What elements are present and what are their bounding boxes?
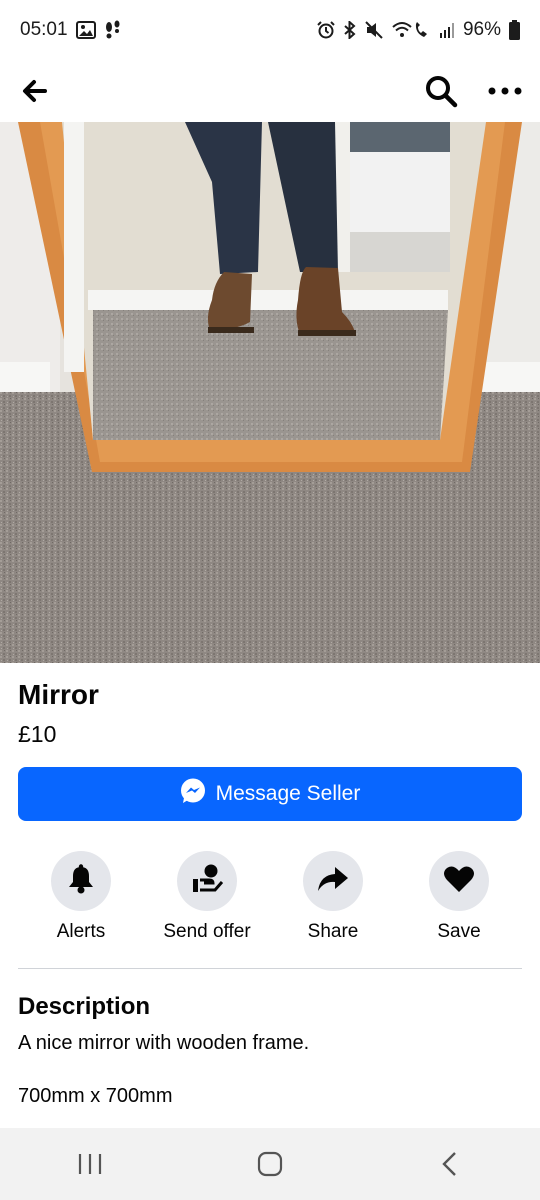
app-bar xyxy=(0,60,540,122)
share-circle xyxy=(303,851,363,911)
home-icon[interactable] xyxy=(230,1139,310,1189)
send-offer-circle xyxy=(177,851,237,911)
alerts-label: Alerts xyxy=(56,921,106,942)
divider xyxy=(18,968,522,969)
save-circle xyxy=(429,851,489,911)
arrow-left-icon[interactable] xyxy=(18,74,52,108)
description-dimensions: 700mm x 700mm xyxy=(18,1085,173,1107)
voicemail-icon xyxy=(104,20,122,40)
save-button[interactable]: Save xyxy=(396,851,522,943)
status-time: 05:01 xyxy=(20,19,68,40)
gallery-icon xyxy=(75,21,96,39)
share-icon xyxy=(317,865,349,898)
mute-icon xyxy=(365,21,383,39)
listing-title: Mirror xyxy=(18,679,99,710)
bell-icon xyxy=(67,863,95,899)
offer-icon xyxy=(191,864,224,899)
system-nav-bar xyxy=(0,1128,540,1200)
heart-icon xyxy=(443,865,475,898)
app-bar-actions xyxy=(424,74,522,108)
status-bar: 05:01 96% xyxy=(0,0,540,60)
message-seller-label: Message Seller xyxy=(215,782,361,805)
signal-icon xyxy=(439,22,455,38)
description-heading: Description xyxy=(18,993,151,1020)
listing-photo[interactable] xyxy=(0,122,540,663)
battery-icon xyxy=(509,20,520,40)
save-label: Save xyxy=(437,921,481,942)
search-icon[interactable] xyxy=(424,74,458,108)
recents-icon[interactable] xyxy=(50,1139,130,1189)
battery-percent: 96% xyxy=(462,19,501,40)
status-left: 05:01 xyxy=(20,19,122,41)
listing-price: £10 xyxy=(18,721,57,747)
messenger-icon xyxy=(180,778,206,810)
back-icon[interactable] xyxy=(410,1139,490,1189)
wifi-call-icon xyxy=(391,21,431,39)
message-seller-button[interactable]: Message Seller xyxy=(18,767,522,821)
alerts-button[interactable]: Alerts xyxy=(18,851,144,943)
action-row: Alerts Send offer Share Save xyxy=(0,851,540,951)
alarm-icon xyxy=(317,21,335,39)
share-label: Share xyxy=(307,921,359,942)
status-right: 96% xyxy=(317,19,520,41)
send-offer-button[interactable]: Send offer xyxy=(144,851,270,943)
bluetooth-icon xyxy=(343,21,357,39)
send-offer-label: Send offer xyxy=(163,921,251,942)
share-button[interactable]: Share xyxy=(270,851,396,943)
description-text: A nice mirror with wooden frame. xyxy=(18,1032,310,1054)
alerts-circle xyxy=(51,851,111,911)
more-icon[interactable] xyxy=(488,86,522,96)
